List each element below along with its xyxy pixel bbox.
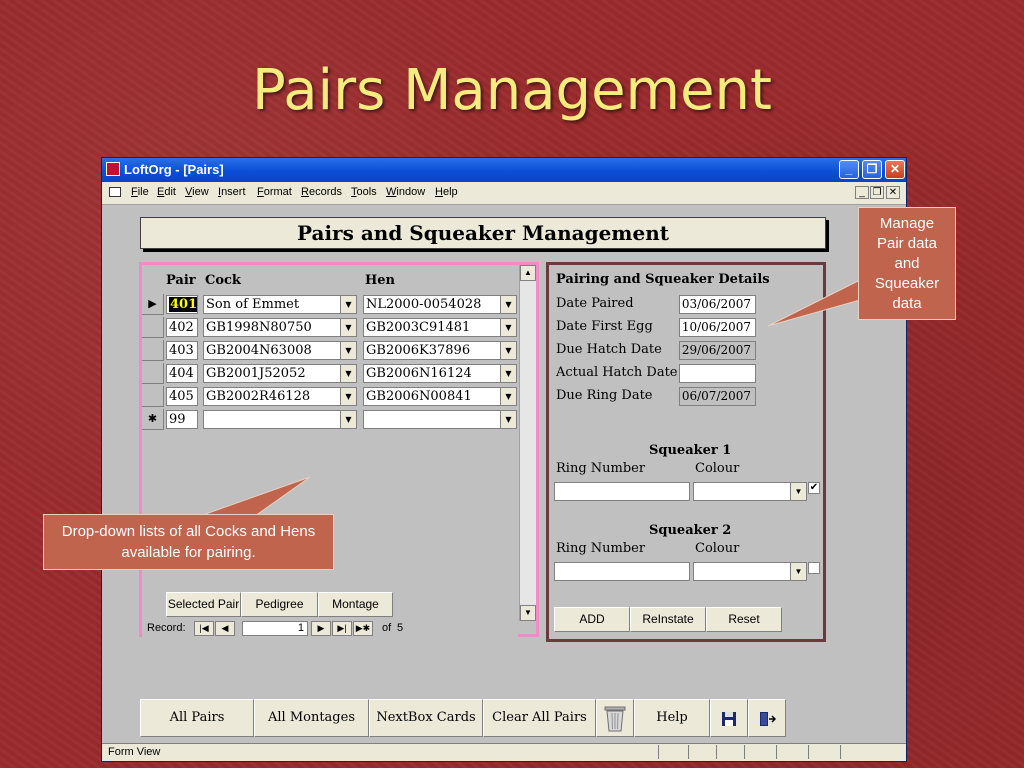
callout-pointers: [199, 279, 861, 517]
right-callout: Manage Pair data and Squeaker data: [858, 207, 956, 320]
left-callout: Drop-down lists of all Cocks and Hens av…: [43, 514, 334, 570]
right-callout-pointer: [767, 279, 861, 327]
left-callout-pointer: [199, 476, 311, 517]
